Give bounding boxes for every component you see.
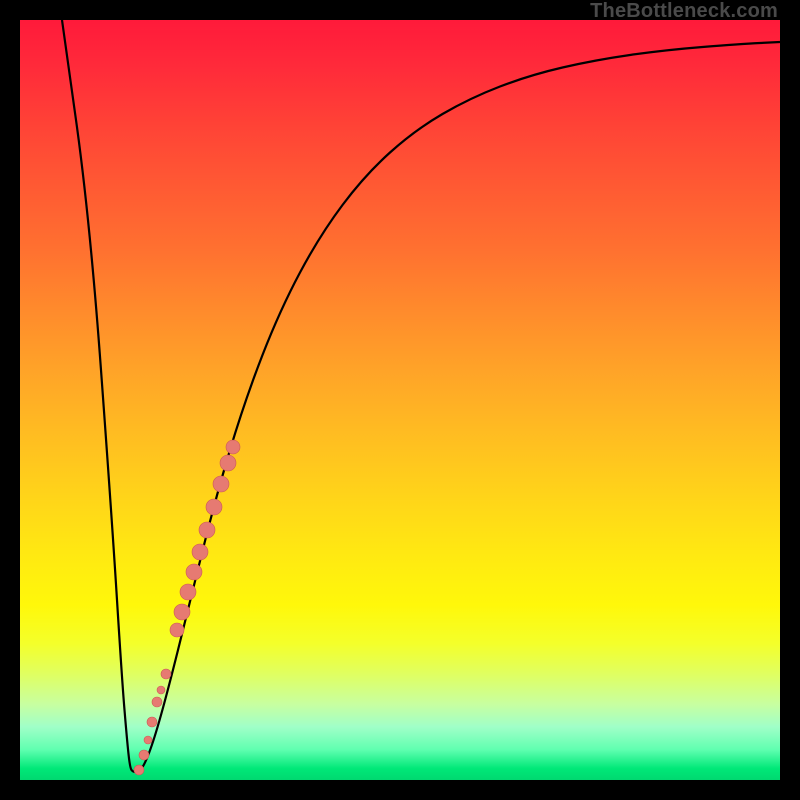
data-marker [220, 455, 236, 471]
data-marker [152, 697, 162, 707]
chart-svg [20, 20, 780, 780]
data-marker [192, 544, 208, 560]
data-marker [139, 750, 149, 760]
chart-frame: TheBottleneck.com [0, 0, 800, 800]
data-marker [199, 522, 215, 538]
data-marker [180, 584, 196, 600]
data-marker [147, 717, 157, 727]
data-marker [144, 736, 152, 744]
plot-area [20, 20, 780, 780]
data-marker [161, 669, 171, 679]
data-marker [206, 499, 222, 515]
data-marker [157, 686, 165, 694]
data-marker [170, 623, 184, 637]
marker-group [134, 440, 240, 775]
data-marker [174, 604, 190, 620]
bottleneck-curve [62, 20, 780, 772]
data-marker [134, 765, 144, 775]
data-marker [226, 440, 240, 454]
data-marker [186, 564, 202, 580]
data-marker [213, 476, 229, 492]
watermark-text: TheBottleneck.com [590, 0, 778, 23]
